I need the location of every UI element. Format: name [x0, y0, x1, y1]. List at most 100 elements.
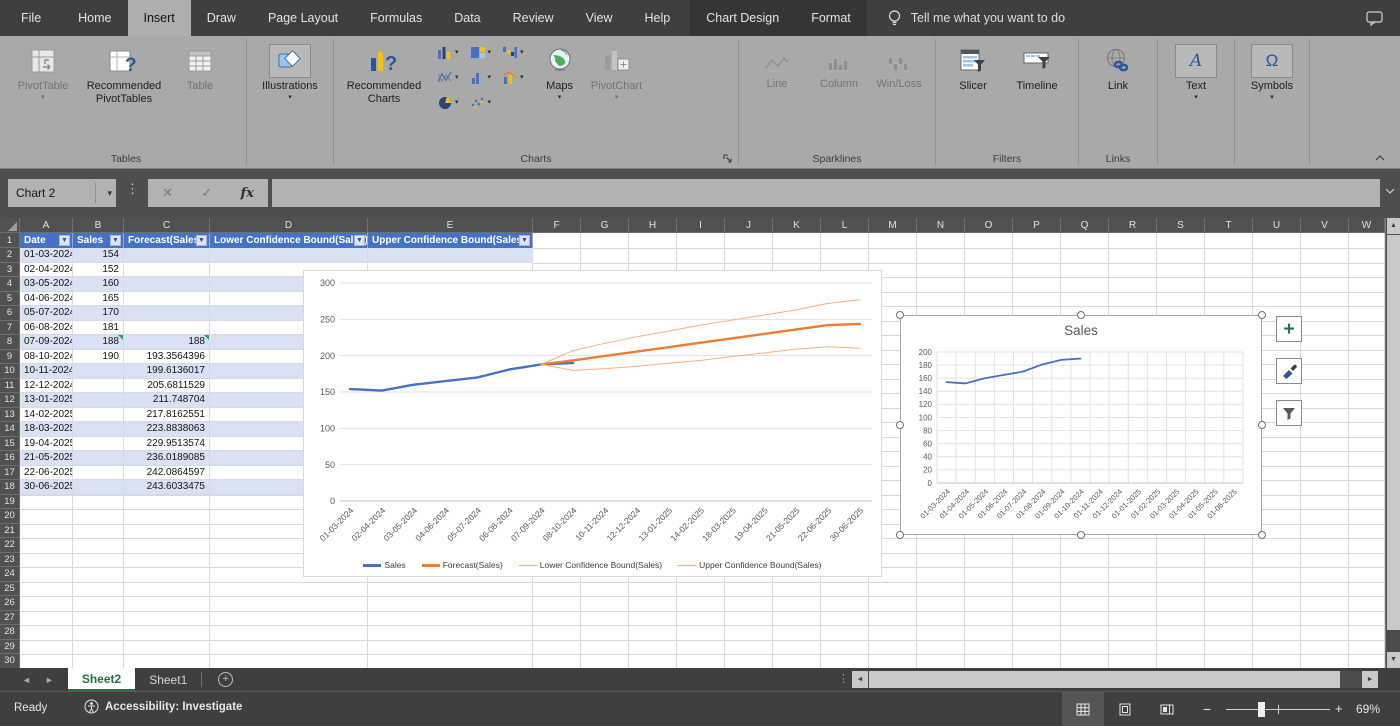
- table-cell[interactable]: [210, 248, 368, 263]
- table-cell[interactable]: 18-03-2025: [20, 422, 73, 437]
- tab-view[interactable]: View: [570, 0, 629, 36]
- filter-button[interactable]: ▼: [110, 235, 121, 246]
- row-header-12[interactable]: 12: [0, 393, 20, 408]
- insert-function-button[interactable]: fx: [241, 186, 254, 201]
- vertical-scrollbar[interactable]: ▲ ▼: [1385, 218, 1400, 668]
- row-header-22[interactable]: 22: [0, 538, 20, 553]
- row-header-3[interactable]: 3: [0, 263, 20, 278]
- table-cell[interactable]: [73, 393, 124, 408]
- table-cell[interactable]: 193.3564396: [124, 350, 210, 365]
- column-header-E[interactable]: E: [368, 218, 533, 233]
- insert-combo-chart-button[interactable]: ▾: [503, 69, 524, 86]
- column-header-L[interactable]: L: [821, 218, 869, 233]
- row-header-18[interactable]: 18: [0, 480, 20, 495]
- accessibility-status[interactable]: Accessibility: Investigate: [84, 699, 242, 714]
- row-header-27[interactable]: 27: [0, 611, 20, 626]
- tab-home[interactable]: Home: [62, 0, 127, 36]
- table-cell[interactable]: 236.0189085: [124, 451, 210, 466]
- forecast-chart[interactable]: 05010015020025030001-03-202402-04-202403…: [303, 270, 882, 577]
- tab-formulas[interactable]: Formulas: [354, 0, 438, 36]
- table-cell[interactable]: 08-10-2024: [20, 350, 73, 365]
- row-header-25[interactable]: 25: [0, 582, 20, 597]
- tab-insert[interactable]: Insert: [128, 0, 191, 36]
- table-cell[interactable]: 12-12-2024: [20, 379, 73, 394]
- illustrations-button[interactable]: Illustrations ▾: [251, 42, 329, 103]
- table-cell[interactable]: 199.6136017: [124, 364, 210, 379]
- zoom-slider-thumb[interactable]: [1258, 702, 1265, 717]
- chart-elements-button[interactable]: +: [1276, 316, 1302, 342]
- table-header-2[interactable]: Sales▼: [73, 233, 124, 248]
- table-cell[interactable]: 160: [73, 277, 124, 292]
- column-header-R[interactable]: R: [1109, 218, 1157, 233]
- tab-data[interactable]: Data: [438, 0, 496, 36]
- table-cell[interactable]: 243.6033475: [124, 480, 210, 495]
- table-cell[interactable]: 07-09-2024: [20, 335, 73, 350]
- column-header-O[interactable]: O: [965, 218, 1013, 233]
- name-box[interactable]: Chart 2 ▾: [8, 179, 116, 207]
- table-cell[interactable]: [124, 248, 210, 263]
- column-header-T[interactable]: T: [1205, 218, 1253, 233]
- tell-me-box[interactable]: Tell me what you want to do: [887, 0, 1065, 36]
- horizontal-scrollbar[interactable]: ◄ ►: [852, 671, 1378, 688]
- table-cell[interactable]: [73, 379, 124, 394]
- sheet-nav-left-icon[interactable]: ◄: [22, 675, 31, 685]
- zoom-out-button[interactable]: −: [1203, 701, 1211, 717]
- filter-button[interactable]: ▼: [196, 235, 207, 246]
- table-cell[interactable]: 188: [73, 335, 124, 350]
- row-header-16[interactable]: 16: [0, 451, 20, 466]
- table-cell[interactable]: 211.748704: [124, 393, 210, 408]
- sheet-tab-sheet1[interactable]: Sheet1: [135, 668, 201, 691]
- table-cell[interactable]: 04-06-2024: [20, 292, 73, 307]
- column-header-K[interactable]: K: [773, 218, 821, 233]
- table-header-3[interactable]: Forecast(Sales)▼: [124, 233, 210, 248]
- column-header-M[interactable]: M: [869, 218, 917, 233]
- row-header-11[interactable]: 11: [0, 379, 20, 394]
- table-cell[interactable]: [124, 263, 210, 278]
- tab-help[interactable]: Help: [629, 0, 687, 36]
- cancel-button[interactable]: ✕: [162, 185, 173, 201]
- selection-handle[interactable]: [896, 531, 904, 539]
- table-cell[interactable]: 21-05-2025: [20, 451, 73, 466]
- scroll-up-button[interactable]: ▲: [1387, 218, 1400, 234]
- collapse-ribbon-button[interactable]: [1374, 154, 1386, 162]
- tab-page-layout[interactable]: Page Layout: [252, 0, 354, 36]
- selection-handle[interactable]: [1077, 311, 1085, 319]
- horizontal-scroll-thumb[interactable]: [869, 671, 1340, 688]
- scroll-down-button[interactable]: ▼: [1387, 652, 1400, 668]
- table-cell[interactable]: 229.9513574: [124, 437, 210, 452]
- page-break-view-button[interactable]: [1146, 692, 1188, 726]
- column-header-I[interactable]: I: [677, 218, 725, 233]
- table-header-1[interactable]: Date▼: [20, 233, 73, 248]
- tab-chart-design[interactable]: Chart Design: [690, 0, 795, 36]
- row-header-29[interactable]: 29: [0, 640, 20, 655]
- table-cell[interactable]: [73, 480, 124, 495]
- formula-input[interactable]: [272, 179, 1380, 207]
- column-header-P[interactable]: P: [1013, 218, 1061, 233]
- column-header-F[interactable]: F: [533, 218, 581, 233]
- table-cell[interactable]: 01-03-2024: [20, 248, 73, 263]
- insert-scatter-chart-button[interactable]: ▾: [471, 94, 492, 111]
- row-header-2[interactable]: 2: [0, 248, 20, 263]
- row-header-4[interactable]: 4: [0, 277, 20, 292]
- row-header-6[interactable]: 6: [0, 306, 20, 321]
- table-cell[interactable]: 19-04-2025: [20, 437, 73, 452]
- row-header-15[interactable]: 15: [0, 437, 20, 452]
- recommended-pivottables-button[interactable]: ? Recommended PivotTables: [76, 42, 172, 107]
- new-sheet-button[interactable]: +: [218, 672, 233, 687]
- row-header-14[interactable]: 14: [0, 422, 20, 437]
- row-header-1[interactable]: 1: [0, 233, 20, 248]
- filter-button[interactable]: ▼: [59, 235, 70, 246]
- row-header-7[interactable]: 7: [0, 321, 20, 336]
- row-header-26[interactable]: 26: [0, 596, 20, 611]
- column-header-D[interactable]: D: [210, 218, 368, 233]
- filter-button[interactable]: ▼: [519, 235, 530, 246]
- insert-column-chart-button[interactable]: ▾: [438, 44, 459, 61]
- column-header-W[interactable]: W: [1349, 218, 1385, 233]
- chevron-down-icon[interactable]: ▾: [107, 188, 112, 199]
- selection-handle[interactable]: [896, 421, 904, 429]
- chart-styles-button[interactable]: [1276, 358, 1302, 384]
- slicer-button[interactable]: Slicer: [948, 42, 998, 95]
- sales-chart[interactable]: Sales 02040608010012014016018020001-03-2…: [900, 315, 1262, 535]
- table-cell[interactable]: 181: [73, 321, 124, 336]
- maps-button[interactable]: Maps ▾: [536, 42, 584, 103]
